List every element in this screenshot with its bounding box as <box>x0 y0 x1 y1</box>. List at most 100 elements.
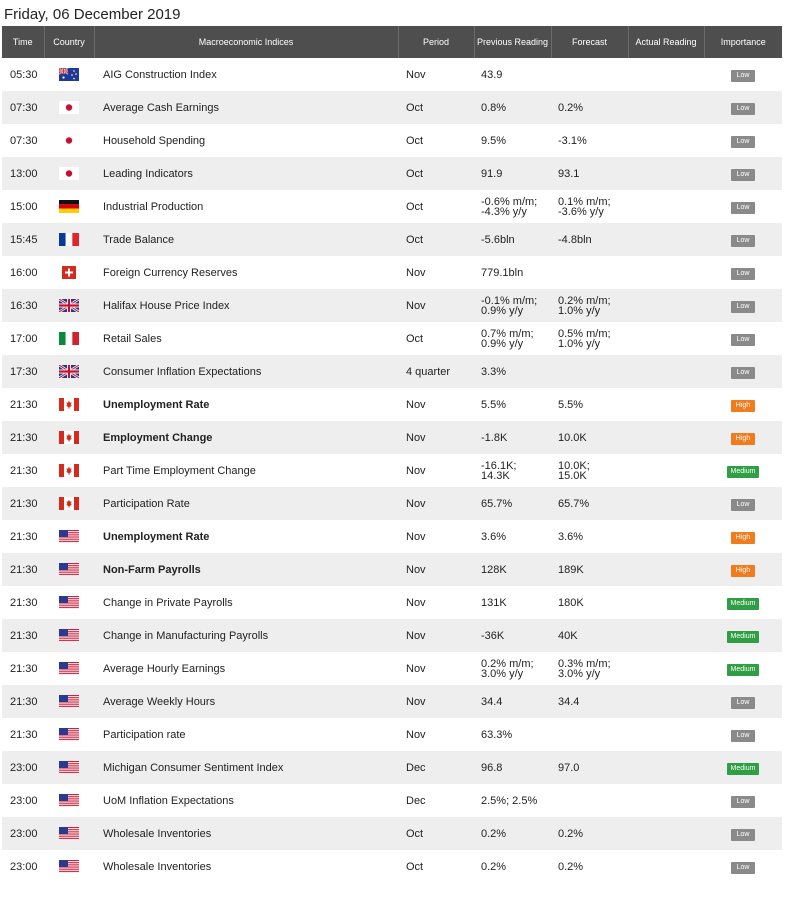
header-importance[interactable]: Importance <box>704 26 782 58</box>
page-title: Friday, 06 December 2019 <box>4 6 181 23</box>
table-row[interactable]: 23:00 Wholesale Inventories Oct 0.2% 0.2% Low <box>2 850 782 883</box>
table-row[interactable]: 16:30 Halifax House Price Index Nov -0.1% m… <box>2 289 782 322</box>
importance-badge: High <box>730 531 756 544</box>
indicator-name[interactable]: Wholesale Inventories <box>94 817 398 850</box>
importance-cell: Low <box>704 718 782 751</box>
table-row[interactable]: 21:30 Non-Farm Payrolls Nov 128K 189K High <box>2 553 782 586</box>
indicator-name[interactable]: Wholesale Inventories <box>94 850 398 883</box>
forecast-line: 93.1 <box>558 167 580 180</box>
previous-reading-cell: -0.6% m/m; -4.3% y/y <box>474 190 551 223</box>
indicator-name[interactable]: Change in Private Payrolls <box>94 586 398 619</box>
importance-cell: High <box>704 388 782 421</box>
table-row[interactable]: 21:30 Part Time Employment Change Nov -16.1… <box>2 454 782 487</box>
previous-reading-cell: -1.8K <box>474 421 551 454</box>
table-row[interactable]: 21:30 Employment Change Nov -1.8K 10.0K High <box>2 421 782 454</box>
indicator-name[interactable]: Trade Balance <box>94 223 398 256</box>
table-row[interactable]: 21:30 Average Hourly Earnings Nov 0.2% m/m;… <box>2 652 782 685</box>
header-forecast[interactable]: Forecast <box>551 26 629 58</box>
table-row[interactable]: 17:00 Retail Sales Oct 0.7% m/m; 0.9% y/y 0.5… <box>2 322 782 355</box>
forecast-line: 1.0% y/y <box>558 337 601 350</box>
indicator-name[interactable]: Part Time Employment Change <box>94 454 398 487</box>
table-row[interactable]: 16:00 Foreign Currency Reserves Nov 779.1bl… <box>2 256 782 289</box>
previous-reading-line: 96.8 <box>481 761 503 774</box>
indicator-name[interactable]: Average Cash Earnings <box>94 91 398 124</box>
time-cell: 16:00 <box>2 256 44 289</box>
indicator-name[interactable]: Retail Sales <box>94 322 398 355</box>
forecast-line: 0.2% m/m; <box>558 294 611 307</box>
header-indices[interactable]: Macroeconomic Indices <box>94 26 399 58</box>
forecast-line: 10.0K <box>558 431 587 444</box>
previous-reading-line: 0.9% y/y <box>481 337 524 350</box>
importance-cell: High <box>704 421 782 454</box>
indicator-name[interactable]: Average Weekly Hours <box>94 685 398 718</box>
indicator-name[interactable]: Unemployment Rate <box>94 520 398 553</box>
indicator-name[interactable]: Foreign Currency Reserves <box>94 256 398 289</box>
usa-flag-icon <box>59 695 79 708</box>
indicator-name[interactable]: Non-Farm Payrolls <box>94 553 398 586</box>
table-row[interactable]: 21:30 Participation Rate Nov 65.7% 65.7% Low <box>2 487 782 520</box>
table-row[interactable]: 17:30 Consumer Inflation Expectations 4 qu… <box>2 355 782 388</box>
indicator-name[interactable]: Change in Manufacturing Payrolls <box>94 619 398 652</box>
canada-flag-icon <box>59 464 79 477</box>
table-row[interactable]: 15:00 Industrial Production Oct -0.6% m/m; -… <box>2 190 782 223</box>
previous-reading-line: 0.8% <box>481 101 507 114</box>
indicator-name[interactable]: Unemployment Rate <box>94 388 398 421</box>
country-cell <box>44 553 94 586</box>
previous-reading-cell: 63.3% <box>474 718 551 751</box>
country-cell <box>44 421 94 454</box>
table-row[interactable]: 21:30 Unemployment Rate Nov 3.6% 3.6% High <box>2 520 782 553</box>
time-cell: 05:30 <box>2 58 44 91</box>
actual-reading-cell <box>628 685 704 718</box>
indicator-name[interactable]: Participation rate <box>94 718 398 751</box>
indicator-name[interactable]: Average Hourly Earnings <box>94 652 398 685</box>
time-cell: 21:30 <box>2 586 44 619</box>
table-row[interactable]: 21:30 Change in Private Payrolls Nov 131K 18… <box>2 586 782 619</box>
table-row[interactable]: 13:00 Leading Indicators Oct 91.9 93.1 Low <box>2 157 782 190</box>
period-cell: Oct <box>398 322 474 355</box>
indicator-name[interactable]: Industrial Production <box>94 190 398 223</box>
canada-flag-icon <box>59 431 79 444</box>
table-row[interactable]: 21:30 Unemployment Rate Nov 5.5% 5.5% High <box>2 388 782 421</box>
importance-badge: Low <box>730 102 756 115</box>
table-row[interactable]: 21:30 Average Weekly Hours Nov 34.4 34.4 Low <box>2 685 782 718</box>
previous-reading-line: 63.3% <box>481 728 513 741</box>
table-row[interactable]: 23:00 Wholesale Inventories Oct 0.2% 0.2% Low <box>2 817 782 850</box>
indicator-name[interactable]: UoM Inflation Expectations <box>94 784 398 817</box>
table-row[interactable]: 23:00 UoM Inflation Expectations Dec 2.5%; … <box>2 784 782 817</box>
indicator-name[interactable]: Michigan Consumer Sentiment Index <box>94 751 398 784</box>
table-row[interactable]: 07:30 Average Cash Earnings Oct 0.8% 0.2% Low <box>2 91 782 124</box>
indicator-name[interactable]: Halifax House Price Index <box>94 289 398 322</box>
forecast-cell: 93.1 <box>551 157 628 190</box>
actual-reading-cell <box>628 157 704 190</box>
indicator-name[interactable]: Household Spending <box>94 124 398 157</box>
table-row[interactable]: 23:00 Michigan Consumer Sentiment Index De… <box>2 751 782 784</box>
table-body: 05:30 AIG Construction Index Nov 43.9 Low 07:… <box>2 58 782 883</box>
forecast-line: 0.5% m/m; <box>558 327 611 340</box>
importance-badge: Low <box>730 696 756 709</box>
indicator-name[interactable]: Participation Rate <box>94 487 398 520</box>
actual-reading-cell <box>628 553 704 586</box>
time-cell: 21:30 <box>2 421 44 454</box>
indicator-name[interactable]: Leading Indicators <box>94 157 398 190</box>
table-row[interactable]: 07:30 Household Spending Oct 9.5% -3.1% Low <box>2 124 782 157</box>
indicator-name[interactable]: Consumer Inflation Expectations <box>94 355 398 388</box>
indicator-name[interactable]: AIG Construction Index <box>94 58 398 91</box>
table-row[interactable]: 15:45 Trade Balance Oct -5.6bln -4.8bln Low <box>2 223 782 256</box>
header-time[interactable]: Time <box>2 26 45 58</box>
time-cell: 17:00 <box>2 322 44 355</box>
previous-reading-line: -16.1K; <box>481 459 517 472</box>
table-row[interactable]: 05:30 AIG Construction Index Nov 43.9 Low <box>2 58 782 91</box>
forecast-cell: 0.2% <box>551 850 628 883</box>
header-previous[interactable]: Previous Reading <box>474 26 552 58</box>
actual-reading-cell <box>628 520 704 553</box>
table-row[interactable]: 21:30 Change in Manufacturing Payrolls Nov… <box>2 619 782 652</box>
header-actual[interactable]: Actual Reading <box>628 26 705 58</box>
forecast-cell: 5.5% <box>551 388 628 421</box>
table-row[interactable]: 21:30 Participation rate Nov 63.3% Low <box>2 718 782 751</box>
header-period[interactable]: Period <box>398 26 475 58</box>
indicator-name[interactable]: Employment Change <box>94 421 398 454</box>
previous-reading-cell: 131K <box>474 586 551 619</box>
header-country[interactable]: Country <box>44 26 95 58</box>
previous-reading-cell: 2.5%; 2.5% <box>474 784 551 817</box>
importance-cell: Low <box>704 157 782 190</box>
